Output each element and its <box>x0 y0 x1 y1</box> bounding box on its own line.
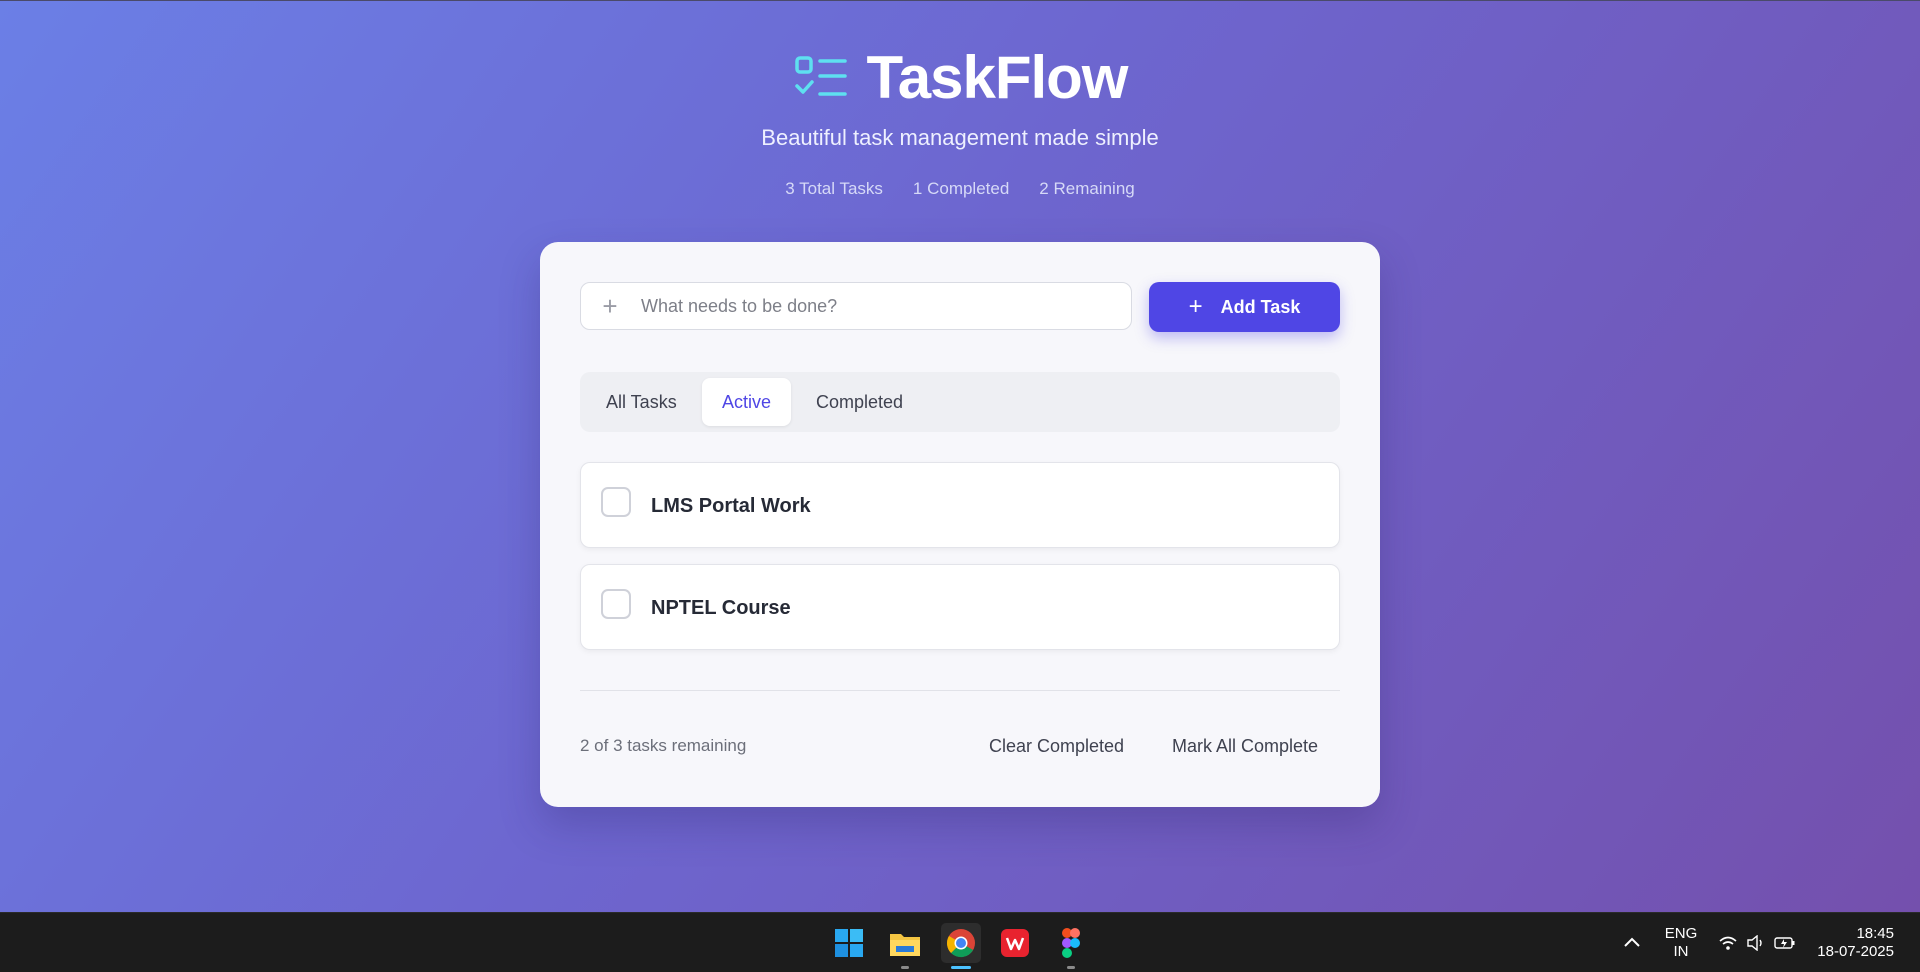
add-task-button[interactable]: + Add Task <box>1149 282 1340 332</box>
running-indicator <box>951 966 971 969</box>
wps-office-icon[interactable] <box>995 923 1035 963</box>
stat-remaining: 2 Remaining <box>1039 179 1135 198</box>
stat-total: 3 Total Tasks <box>785 179 883 198</box>
clock-date: 18-07-2025 <box>1817 943 1894 960</box>
task-title: NPTEL Course <box>651 597 791 619</box>
app-tagline: Beautiful task management made simple <box>761 125 1159 150</box>
language-code: ENG <box>1664 925 1698 942</box>
desktop-background: TaskFlow Beautiful task management made … <box>0 0 1920 912</box>
tab-all-tasks[interactable]: All Tasks <box>586 378 697 426</box>
running-indicator <box>901 966 909 969</box>
chevron-up-icon[interactable] <box>1623 935 1641 954</box>
taskbar: ENG IN 18:45 18-07-2025 <box>0 912 1920 972</box>
stat-completed: 1 Completed <box>912 179 1010 198</box>
new-task-input[interactable] <box>639 283 1131 329</box>
task-item[interactable]: NPTEL Course <box>580 564 1340 650</box>
language-indicator[interactable]: ENG IN <box>1660 925 1702 961</box>
add-task-label: Add Task <box>1220 296 1301 317</box>
brand: TaskFlow <box>0 43 1920 113</box>
checklist-icon <box>793 54 849 102</box>
task-card: + + Add Task All Tasks Active Completed … <box>540 242 1380 807</box>
new-task-field[interactable]: + <box>580 282 1132 330</box>
clock-time: 18:45 <box>1856 925 1894 942</box>
tab-completed[interactable]: Completed <box>796 378 923 426</box>
mark-all-complete-button[interactable]: Mark All Complete <box>1172 736 1318 757</box>
task-item[interactable]: LMS Portal Work <box>580 462 1340 548</box>
task-checkbox[interactable] <box>601 589 631 619</box>
running-indicator <box>1067 966 1075 969</box>
plus-icon: + <box>602 291 618 321</box>
task-title: LMS Portal Work <box>651 495 811 517</box>
task-stats: 3 Total Tasks 1 Completed 2 Remaining <box>0 179 1920 199</box>
file-explorer-icon[interactable] <box>885 923 925 969</box>
figma-icon[interactable] <box>1051 923 1091 969</box>
divider <box>580 690 1340 691</box>
wifi-icon[interactable] <box>1718 935 1738 956</box>
task-checkbox[interactable] <box>601 487 631 517</box>
app-title: TaskFlow <box>866 44 1129 111</box>
plus-icon: + <box>1188 293 1203 320</box>
tab-active[interactable]: Active <box>702 378 792 426</box>
region-code: IN <box>1673 943 1689 960</box>
remaining-count: 2 of 3 tasks remaining <box>580 736 747 755</box>
start-icon[interactable] <box>829 923 869 963</box>
clear-completed-button[interactable]: Clear Completed <box>989 736 1124 757</box>
chrome-icon[interactable] <box>941 923 981 969</box>
filter-tabs: All Tasks Active Completed <box>580 372 1340 432</box>
volume-icon[interactable] <box>1746 934 1766 956</box>
clock[interactable]: 18:45 18-07-2025 <box>1812 925 1894 961</box>
battery-icon[interactable] <box>1774 935 1796 956</box>
